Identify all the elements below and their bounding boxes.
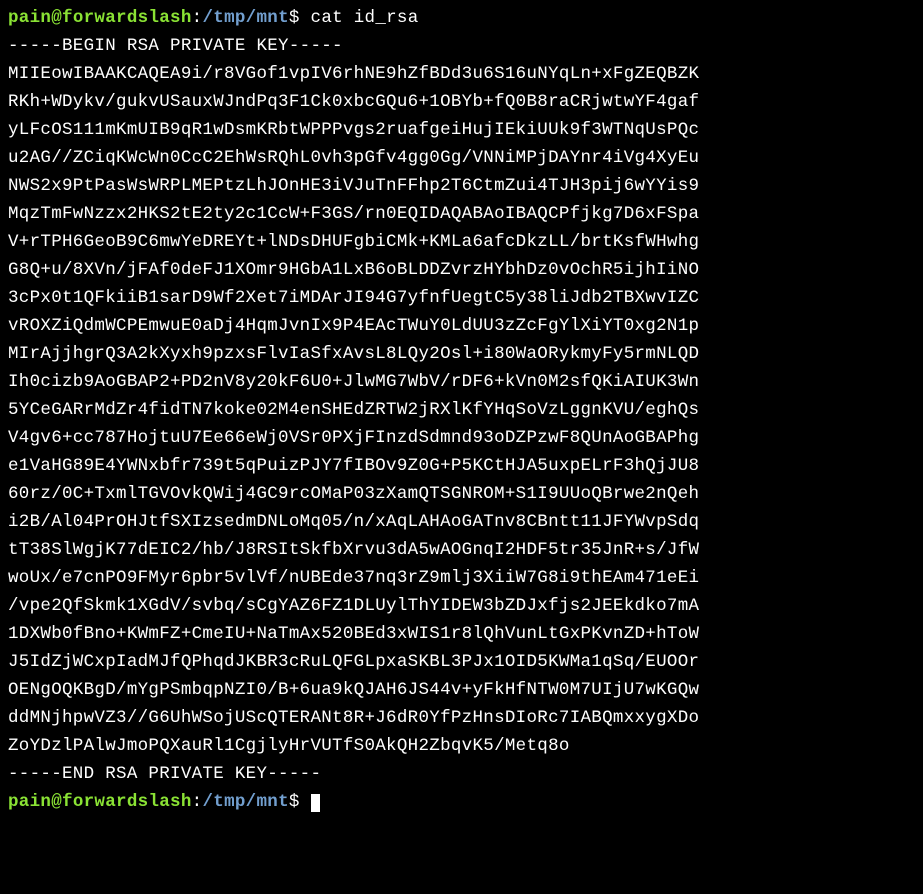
key-line: e1VaHG89E4YWNxbfr739t5qPuizPJY7fIBOv9Z0G… [8, 452, 915, 480]
key-line: ZoYDzlPAlwJmoPQXauRl1CgjlyHrVUTfS0AkQH2Z… [8, 732, 915, 760]
key-line: 5YCeGARrMdZr4fidTN7koke02M4enSHEdZRTW2jR… [8, 396, 915, 424]
key-line: 60rz/0C+TxmlTGVOvkQWij4GC9rcOMaP03zXamQT… [8, 480, 915, 508]
key-line: MqzTmFwNzzx2HKS2tE2ty2c1CcW+F3GS/rn0EQID… [8, 200, 915, 228]
prompt-path: /tmp/mnt [202, 8, 288, 28]
prompt-at: @ [51, 8, 62, 28]
key-line: MIrAjjhgrQ3A2kXyxh9pzxsFlvIaSfxAvsL8LQy2… [8, 340, 915, 368]
prompt-user: pain [8, 8, 51, 28]
cursor-icon [311, 794, 320, 812]
prompt-line-2[interactable]: pain@forwardslash:/tmp/mnt$ [8, 788, 915, 816]
key-line: Ih0cizb9AoGBAP2+PD2nV8y20kF6U0+JlwMG7WbV… [8, 368, 915, 396]
key-line: woUx/e7cnPO9FMyr6pbr5vlVf/nUBEde37nq3rZ9… [8, 564, 915, 592]
output-end-marker: -----END RSA PRIVATE KEY----- [8, 760, 915, 788]
command-text: cat id_rsa [311, 8, 419, 28]
key-line: NWS2x9PtPasWsWRPLMEPtzLhJOnHE3iVJuTnFFhp… [8, 172, 915, 200]
prompt-host: forwardslash [62, 8, 192, 28]
key-line: J5IdZjWCxpIadMJfQPhqdJKBR3cRuLQFGLpxaSKB… [8, 648, 915, 676]
prompt-host: forwardslash [62, 792, 192, 812]
key-line: OENgOQKBgD/mYgPSmbqpNZI0/B+6ua9kQJAH6JS4… [8, 676, 915, 704]
key-line: V4gv6+cc787HojtuU7Ee66eWj0VSr0PXjFInzdSd… [8, 424, 915, 452]
prompt-path: /tmp/mnt [202, 792, 288, 812]
prompt-colon: : [192, 792, 203, 812]
key-line: tT38SlWgjK77dEIC2/hb/J8RSItSkfbXrvu3dA5w… [8, 536, 915, 564]
key-line: V+rTPH6GeoB9C6mwYeDREYt+lNDsDHUFgbiCMk+K… [8, 228, 915, 256]
key-line: u2AG//ZCiqKWcWn0CcC2EhWsRQhL0vh3pGfv4gg0… [8, 144, 915, 172]
key-line: yLFcOS111mKmUIB9qR1wDsmKRbtWPPPvgs2ruafg… [8, 116, 915, 144]
prompt-at: @ [51, 792, 62, 812]
key-line: G8Q+u/8XVn/jFAf0deFJ1XOmr9HGbA1LxB6oBLDD… [8, 256, 915, 284]
key-line: vROXZiQdmWCPEmwuE0aDj4HqmJvnIx9P4EAcTWuY… [8, 312, 915, 340]
key-line: i2B/Al04PrOHJtfSXIzsedmDNLoMq05/n/xAqLAH… [8, 508, 915, 536]
key-line: 1DXWb0fBno+KWmFZ+CmeIU+NaTmAx520BEd3xWIS… [8, 620, 915, 648]
prompt-user: pain [8, 792, 51, 812]
key-line: RKh+WDykv/gukvUSauxWJndPq3F1Ck0xbcGQu6+1… [8, 88, 915, 116]
prompt-dollar: $ [289, 8, 300, 28]
key-line: ddMNjhpwVZ3//G6UhWSojUScQTERANt8R+J6dR0Y… [8, 704, 915, 732]
key-line: MIIEowIBAAKCAQEA9i/r8VGof1vpIV6rhNE9hZfB… [8, 60, 915, 88]
output-begin-marker: -----BEGIN RSA PRIVATE KEY----- [8, 32, 915, 60]
prompt-dollar: $ [289, 792, 300, 812]
key-body: MIIEowIBAAKCAQEA9i/r8VGof1vpIV6rhNE9hZfB… [8, 60, 915, 760]
prompt-colon: : [192, 8, 203, 28]
key-line: /vpe2QfSkmk1XGdV/svbq/sCgYAZ6FZ1DLUylThY… [8, 592, 915, 620]
key-line: 3cPx0t1QFkiiB1sarD9Wf2Xet7iMDArJI94G7yfn… [8, 284, 915, 312]
prompt-line-1: pain@forwardslash:/tmp/mnt$ cat id_rsa [8, 4, 915, 32]
